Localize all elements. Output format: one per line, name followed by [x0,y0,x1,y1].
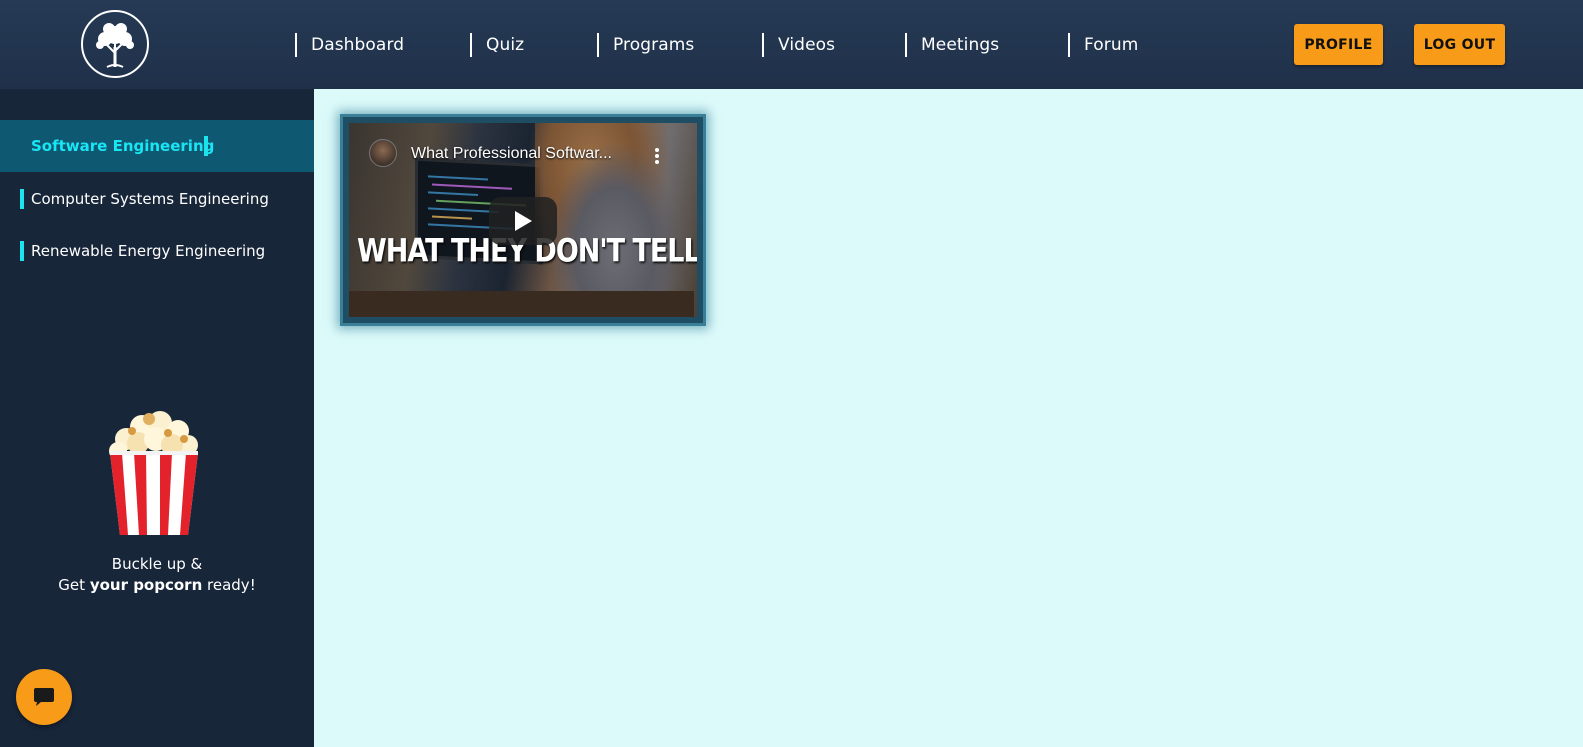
chat-bubble-icon [34,688,54,706]
profile-button[interactable]: PROFILE [1294,24,1383,65]
sidebar-item-label: Computer Systems Engineering [31,190,269,208]
tagline-bold: your popcorn [89,576,203,594]
active-indicator [204,136,208,156]
tagline-line1: Buckle up & [111,555,203,573]
chat-button[interactable] [16,669,72,725]
play-button[interactable] [489,197,557,245]
video-card[interactable]: What Professional Softwar... WHAT THEY D… [340,114,706,326]
logout-button[interactable]: LOG OUT [1414,24,1505,65]
tagline-end: ready! [207,576,256,594]
tree-icon [96,23,134,68]
tagline-get: Get [58,576,86,594]
video-title[interactable]: What Professional Softwar... [411,145,612,163]
tagline-line2: Get your popcorn ready! [0,575,314,596]
sidebar-item-software-engineering[interactable]: Software Engineering [0,120,314,172]
sidebar-item-label: Renewable Energy Engineering [31,242,266,260]
sidebar-item-label: Software Engineering [31,137,215,155]
video-thumbnail[interactable]: What Professional Softwar... WHAT THEY D… [349,123,697,317]
popcorn-tagline: Buckle up & Get your popcorn ready! [0,554,314,596]
channel-avatar[interactable] [369,139,397,167]
sidebar-item-renewable-energy-engineering[interactable]: Renewable Energy Engineering [0,225,314,277]
play-icon [515,211,532,231]
nav-videos[interactable]: Videos [762,33,835,57]
item-indicator [20,189,24,209]
top-header: Dashboard Quiz Programs Videos Meetings … [0,0,1583,89]
nav-programs[interactable]: Programs [597,33,694,57]
nav-forum[interactable]: Forum [1068,33,1138,57]
item-indicator [20,241,24,261]
popcorn-icon [109,411,198,535]
nav-dashboard[interactable]: Dashboard [295,33,404,57]
sidebar-item-computer-systems-engineering[interactable]: Computer Systems Engineering [0,173,314,225]
nav-quiz[interactable]: Quiz [470,33,524,57]
more-options-icon[interactable] [654,147,660,165]
main-content: What Professional Softwar... WHAT THEY D… [314,89,1583,747]
sidebar: Software Engineering Computer Systems En… [0,89,314,747]
logo[interactable] [81,10,149,78]
nav-meetings[interactable]: Meetings [905,33,999,57]
thumbnail-desk [349,291,694,317]
